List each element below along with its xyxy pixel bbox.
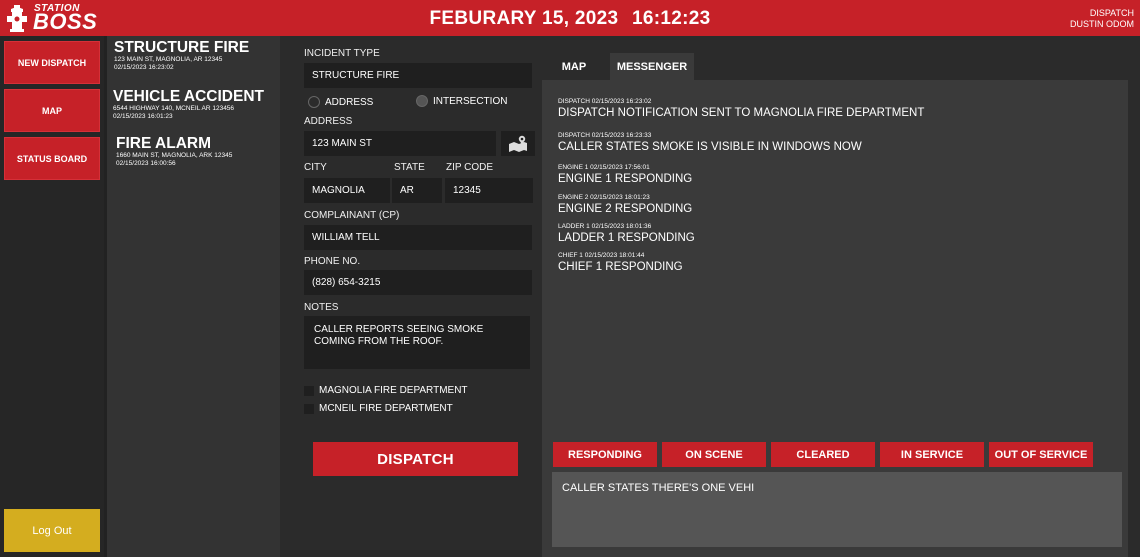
incident-title: STRUCTURE FIRE <box>114 39 250 56</box>
notes-label: NOTES <box>304 302 339 313</box>
checkbox-icon <box>304 385 314 396</box>
message-item: LADDER 1 02/15/2023 18:01:36 LADDER 1 RE… <box>558 223 695 245</box>
incident-item[interactable]: VEHICLE ACCIDENT 6544 HIGHWAY 140, MCNEI… <box>113 89 264 121</box>
address-field[interactable]: 123 MAIN ST <box>304 131 496 156</box>
message-text: ENGINE 2 RESPONDING <box>558 203 693 215</box>
current-time: 16:12:23 <box>631 8 711 29</box>
incident-type-label: INCIDENT TYPE <box>304 48 380 59</box>
incident-item[interactable]: STRUCTURE FIRE 123 MAIN ST, MAGNOLIA, AR… <box>114 40 249 72</box>
dept-label-mcneil: MCNEIL FIRE DEPARTMENT <box>319 403 453 414</box>
message-text: ENGINE 1 RESPONDING <box>558 173 693 185</box>
map-button[interactable]: MAP <box>4 89 100 132</box>
incident-address: 6544 HIGHWAY 140, MCNEIL AR 123456 <box>113 105 235 112</box>
responding-button[interactable]: RESPONDING <box>553 442 657 467</box>
dept-label-magnolia: MAGNOLIA FIRE DEPARTMENT <box>319 385 468 396</box>
checkbox-icon <box>304 403 314 414</box>
messenger-panel: MAP MESSENGER DISPATCH 02/15/2023 16:23:… <box>542 36 1140 557</box>
phone-label: PHONE NO. <box>304 256 361 267</box>
incident-time: 02/15/2023 16:01:23 <box>113 113 173 120</box>
tab-messenger[interactable]: MESSENGER <box>610 53 694 80</box>
message-item: DISPATCH 02/15/2023 16:23:02 DISPATCH NO… <box>558 98 924 120</box>
incident-title: VEHICLE ACCIDENT <box>113 88 264 105</box>
message-meta: DISPATCH 02/15/2023 16:23:02 <box>558 98 652 105</box>
user-role: DISPATCH <box>1089 8 1134 18</box>
message-item: DISPATCH 02/15/2023 16:23:33 CALLER STAT… <box>558 132 862 154</box>
tab-map[interactable]: MAP <box>552 53 596 80</box>
phone-field[interactable]: (828) 654-3215 <box>304 270 532 295</box>
message-text: LADDER 1 RESPONDING <box>558 232 695 244</box>
logout-button[interactable]: Log Out <box>4 509 100 552</box>
map-locate-button[interactable] <box>501 131 535 156</box>
incident-address: 1660 MAIN ST, MAGNOLIA, ARK 12345 <box>116 152 233 159</box>
dept-checkbox-magnolia[interactable]: MAGNOLIA FIRE DEPARTMENT <box>304 385 468 396</box>
status-board-button[interactable]: STATUS BOARD <box>4 137 100 180</box>
incident-time: 02/15/2023 16:00:56 <box>116 160 176 167</box>
left-nav: NEW DISPATCH MAP STATUS BOARD Log Out <box>0 36 104 557</box>
in-service-button[interactable]: IN SERVICE <box>880 442 984 467</box>
message-item: CHIEF 1 02/15/2023 18:01:44 CHIEF 1 RESP… <box>558 252 683 274</box>
out-of-service-button[interactable]: OUT OF SERVICE <box>989 442 1093 467</box>
dispatch-form: INCIDENT TYPE STRUCTURE FIRE ADDRESS INT… <box>280 36 542 557</box>
message-meta: ENGINE 1 02/15/2023 17:56:01 <box>558 164 650 171</box>
city-field[interactable]: MAGNOLIA <box>304 178 390 203</box>
address-radio-label: ADDRESS <box>325 96 374 108</box>
map-pin-icon <box>509 135 527 152</box>
message-meta: LADDER 1 02/15/2023 18:01:36 <box>558 223 652 230</box>
message-input[interactable]: CALLER STATES THERE'S ONE VEHI <box>552 472 1122 547</box>
intersection-radio-label: INTERSECTION <box>433 95 508 107</box>
zip-field[interactable]: 12345 <box>445 178 533 203</box>
address-radio[interactable]: ADDRESS <box>308 96 373 108</box>
incident-type-field[interactable]: STRUCTURE FIRE <box>304 63 532 88</box>
message-meta: CHIEF 1 02/15/2023 18:01:44 <box>558 252 645 259</box>
message-item: ENGINE 2 02/15/2023 18:01:23 ENGINE 2 RE… <box>558 194 692 216</box>
user-name: DUSTIN ODOM <box>1070 19 1134 29</box>
message-text: CALLER STATES SMOKE IS VISIBLE IN WINDOW… <box>558 141 862 153</box>
incident-time: 02/15/2023 16:23:02 <box>114 64 174 71</box>
new-dispatch-button[interactable]: NEW DISPATCH <box>4 41 100 84</box>
state-label: STATE <box>394 162 425 173</box>
current-date: FEBURARY 15, 2023 <box>429 8 619 29</box>
message-text: DISPATCH NOTIFICATION SENT TO MAGNOLIA F… <box>558 107 925 119</box>
city-label: CITY <box>304 162 327 173</box>
incident-title: FIRE ALARM <box>116 135 211 152</box>
radio-selected-icon <box>416 95 428 107</box>
zip-label: ZIP CODE <box>446 162 494 173</box>
dispatch-button[interactable]: DISPATCH <box>313 442 518 476</box>
on-scene-button[interactable]: ON SCENE <box>662 442 766 467</box>
cleared-button[interactable]: CLEARED <box>771 442 875 467</box>
app-header: STATION BOSS FEBURARY 15, 2023 16:12:23 … <box>0 0 1140 36</box>
dept-checkbox-mcneil[interactable]: MCNEIL FIRE DEPARTMENT <box>304 403 453 414</box>
intersection-radio[interactable]: INTERSECTION <box>416 95 507 107</box>
notes-field[interactable]: CALLER REPORTS SEEING SMOKE COMING FROM … <box>304 316 530 369</box>
incident-list: STRUCTURE FIRE 123 MAIN ST, MAGNOLIA, AR… <box>104 36 280 557</box>
complainant-field[interactable]: WILLIAM TELL <box>304 225 532 250</box>
complainant-label: COMPLAINANT (CP) <box>304 210 400 221</box>
radio-unselected-icon <box>308 96 320 108</box>
message-item: ENGINE 1 02/15/2023 17:56:01 ENGINE 1 RE… <box>558 164 692 186</box>
incident-item[interactable]: FIRE ALARM 1660 MAIN ST, MAGNOLIA, ARK 1… <box>116 136 232 168</box>
state-field[interactable]: AR <box>392 178 442 203</box>
message-meta: ENGINE 2 02/15/2023 18:01:23 <box>558 194 650 201</box>
incident-address: 123 MAIN ST, MAGNOLIA, AR 12345 <box>114 56 223 63</box>
message-meta: DISPATCH 02/15/2023 16:23:33 <box>558 132 652 139</box>
address-label: ADDRESS <box>304 116 353 127</box>
user-info: DISPATCH DUSTIN ODOM <box>1070 8 1134 30</box>
message-text: CHIEF 1 RESPONDING <box>558 261 683 273</box>
current-datetime: FEBURARY 15, 2023 16:12:23 <box>0 8 1140 30</box>
